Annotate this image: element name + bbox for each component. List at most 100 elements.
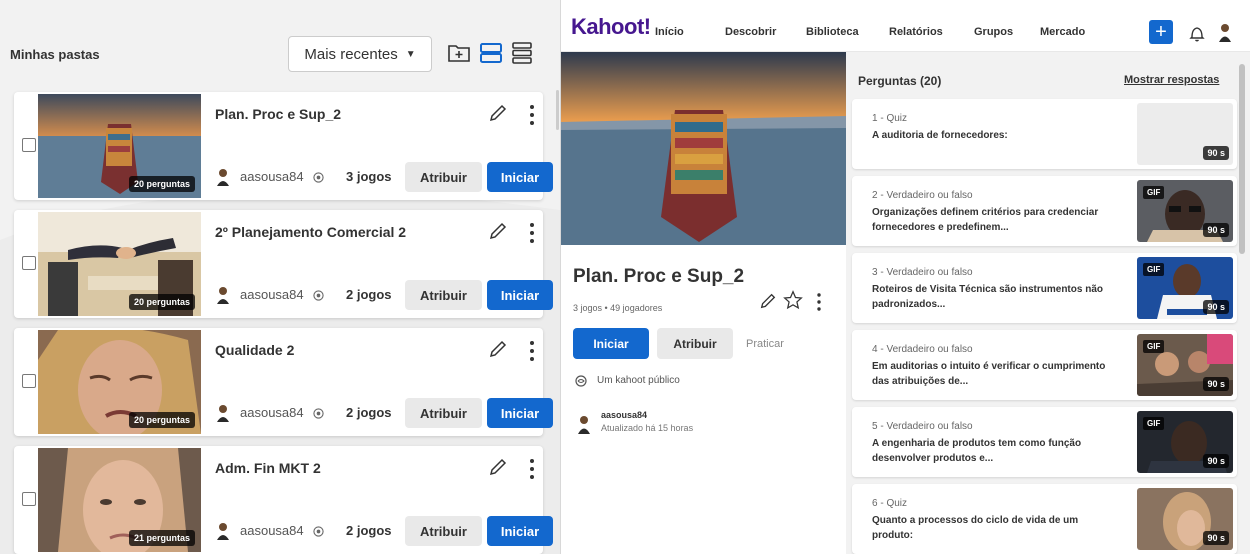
gif-badge: GIF [1143, 263, 1165, 276]
question-card[interactable]: 4 - Verdadeiro ou falso Em auditorias o … [852, 330, 1237, 400]
edit-pencil-icon[interactable] [488, 103, 508, 123]
assign-button[interactable]: Atribuir [405, 162, 482, 192]
question-type: 4 - Verdadeiro ou falso [872, 344, 973, 355]
play-count: 3 jogos [346, 169, 392, 184]
nav-link-mercado[interactable]: Mercado [1040, 26, 1085, 38]
creator-avatar [578, 416, 590, 434]
assign-button[interactable]: Atribuir [405, 516, 482, 546]
nav-link-descobrir[interactable]: Descobrir [725, 26, 776, 38]
question-text: Organizações definem critérios para cred… [872, 207, 1099, 233]
user-avatar[interactable] [1218, 22, 1232, 42]
card-thumbnail[interactable]: 21 perguntas [38, 448, 201, 552]
card-checkbox[interactable] [22, 374, 36, 388]
folders-header: Minhas pastas Mais recentes ▼ [0, 0, 560, 86]
question-card[interactable]: 6 - Quiz Quanto a processos do ciclo de … [852, 484, 1237, 554]
question-image: GIF 90 s [1137, 180, 1233, 242]
edit-pencil-icon[interactable] [488, 339, 508, 359]
question-type: 5 - Verdadeiro ou falso [872, 421, 973, 432]
card-thumbnail[interactable]: 20 perguntas [38, 94, 201, 198]
question-text: Em auditorias o intuito é verificar o cu… [872, 361, 1106, 387]
start-button[interactable]: Iniciar [487, 398, 553, 428]
avatar [217, 523, 229, 540]
nav-link-inicio[interactable]: Início [655, 26, 684, 38]
card-thumbnail[interactable]: 20 perguntas [38, 330, 201, 434]
kahoot-card[interactable]: 20 perguntas 2º Planejamento Comercial 2… [14, 210, 553, 318]
nav-link-grupos[interactable]: Grupos [974, 26, 1013, 38]
kahoot-meta: 3 jogos • 49 jogadores [573, 303, 663, 313]
creator-name[interactable]: aasousa84 [601, 410, 647, 420]
caret-down-icon: ▼ [405, 48, 416, 60]
start-button[interactable]: Iniciar [573, 328, 649, 359]
question-card[interactable]: 2 - Verdadeiro ou falso Organizações def… [852, 176, 1237, 246]
question-type: 2 - Verdadeiro ou falso [872, 190, 973, 201]
questions-scrollbar[interactable] [1239, 64, 1245, 254]
avatar [217, 287, 229, 304]
kahoot-detail-panel: Plan. Proc e Sup_2 3 jogos • 49 jogadore… [561, 52, 846, 554]
gif-badge: GIF [1143, 186, 1165, 199]
edit-pencil-icon[interactable] [759, 292, 777, 310]
favorite-star-icon[interactable] [783, 290, 803, 310]
kahoot-card[interactable]: 20 perguntas Qualidade 2 aasousa84 2 jog… [14, 328, 553, 436]
author-name[interactable]: aasousa84 [240, 405, 304, 420]
card-thumbnail[interactable]: 20 perguntas [38, 212, 201, 316]
assign-button[interactable]: Atribuir [405, 280, 482, 310]
show-answers-link[interactable]: Mostrar respostas [1124, 74, 1219, 86]
public-globe-icon [313, 408, 324, 419]
start-button[interactable]: Iniciar [487, 280, 553, 310]
question-count-badge: 20 perguntas [128, 294, 195, 310]
kahoot-card[interactable]: 21 perguntas Adm. Fin MKT 2 aasousa84 2 … [14, 446, 553, 554]
visibility-label: Um kahoot público [597, 375, 680, 386]
card-checkbox[interactable] [22, 492, 36, 506]
card-title[interactable]: Plan. Proc e Sup_2 [215, 106, 341, 122]
folders-panel: Minhas pastas Mais recentes ▼ 20 pergunt… [0, 0, 560, 554]
card-checkbox[interactable] [22, 138, 36, 152]
assign-button[interactable]: Atribuir [657, 328, 733, 359]
play-count: 2 jogos [346, 523, 392, 538]
updated-time: Atualizado há 15 horas [601, 423, 694, 433]
kahoot-logo[interactable]: Kahoot! [571, 14, 651, 40]
questions-panel: Perguntas (20) Mostrar respostas 1 - Qui… [846, 52, 1250, 554]
more-options-icon[interactable] [527, 222, 537, 244]
add-folder-icon[interactable] [447, 41, 471, 65]
kahoot-card[interactable]: 20 perguntas Plan. Proc e Sup_2 aasousa8… [14, 92, 553, 200]
bell-icon[interactable] [1189, 24, 1205, 42]
question-card[interactable]: 1 - Quiz A auditoria de fornecedores: 90… [852, 99, 1237, 169]
more-options-icon[interactable] [527, 340, 537, 362]
question-image: GIF 90 s [1137, 411, 1233, 473]
nav-link-relatorios[interactable]: Relatórios [889, 26, 943, 38]
nav-link-biblioteca[interactable]: Biblioteca [806, 26, 859, 38]
public-globe-icon [575, 375, 587, 387]
left-scrollbar[interactable] [556, 90, 559, 130]
author-name[interactable]: aasousa84 [240, 169, 304, 184]
question-card[interactable]: 5 - Verdadeiro ou falso A engenharia de … [852, 407, 1237, 477]
more-options-icon[interactable] [815, 292, 823, 312]
practice-button[interactable]: Praticar [746, 338, 784, 350]
author-name[interactable]: aasousa84 [240, 523, 304, 538]
cover-image [561, 52, 846, 245]
card-title[interactable]: Adm. Fin MKT 2 [215, 460, 321, 476]
card-checkbox[interactable] [22, 256, 36, 270]
more-options-icon[interactable] [527, 104, 537, 126]
card-title[interactable]: Qualidade 2 [215, 342, 294, 358]
assign-button[interactable]: Atribuir [405, 398, 482, 428]
author-name[interactable]: aasousa84 [240, 287, 304, 302]
list-view-large-icon[interactable] [479, 41, 503, 65]
start-button[interactable]: Iniciar [487, 162, 553, 192]
question-type: 3 - Verdadeiro ou falso [872, 267, 973, 278]
gif-badge: GIF [1143, 340, 1165, 353]
time-badge: 90 s [1203, 531, 1229, 545]
create-button[interactable]: + [1149, 20, 1173, 44]
kahoot-title: Plan. Proc e Sup_2 [573, 266, 745, 287]
public-globe-icon [313, 172, 324, 183]
question-text: Roteiros de Visita Técnica são instrumen… [872, 284, 1103, 310]
card-title[interactable]: 2º Planejamento Comercial 2 [215, 224, 406, 240]
avatar [217, 169, 229, 186]
sort-select[interactable]: Mais recentes ▼ [288, 36, 432, 72]
start-button[interactable]: Iniciar [487, 516, 553, 546]
edit-pencil-icon[interactable] [488, 221, 508, 241]
edit-pencil-icon[interactable] [488, 457, 508, 477]
more-options-icon[interactable] [527, 458, 537, 480]
question-image: 90 s [1137, 488, 1233, 550]
list-view-compact-icon[interactable] [510, 41, 534, 65]
question-card[interactable]: 3 - Verdadeiro ou falso Roteiros de Visi… [852, 253, 1237, 323]
